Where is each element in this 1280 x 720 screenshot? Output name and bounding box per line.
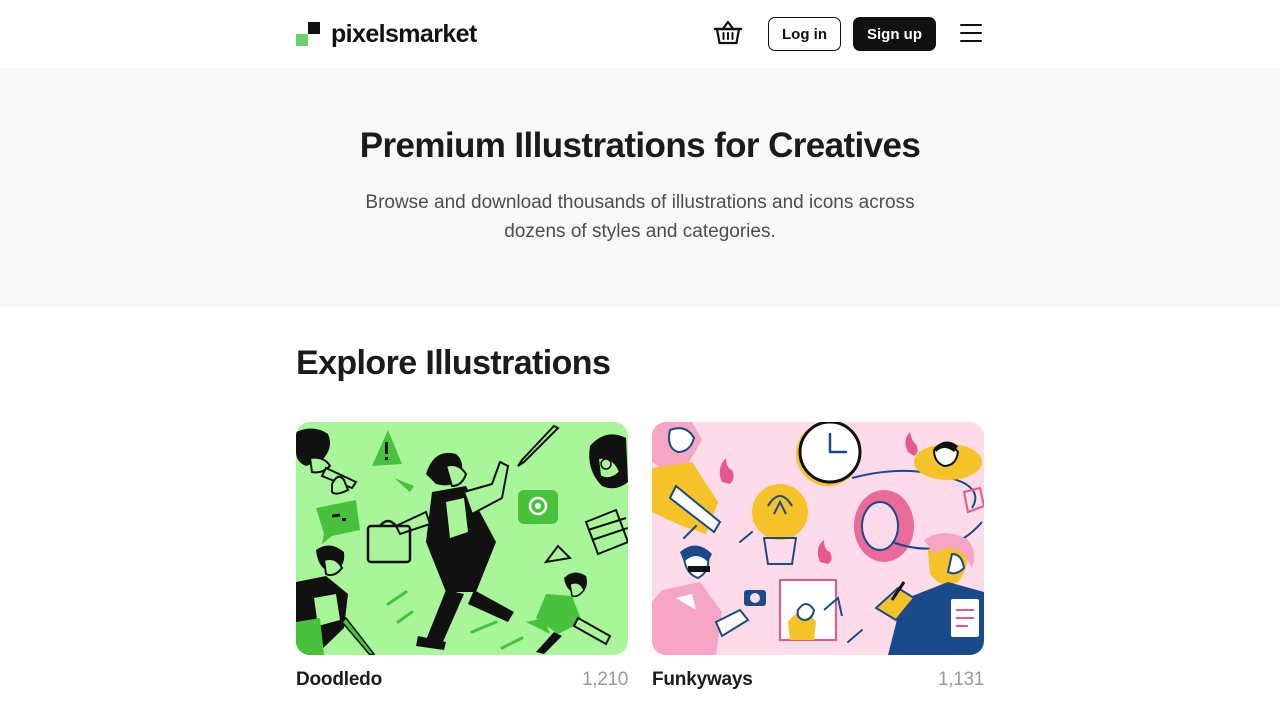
- card-name[interactable]: Doodledo: [296, 669, 382, 691]
- logo-mark-icon: [296, 22, 320, 46]
- funkyways-preview-image[interactable]: [652, 422, 984, 655]
- logo-text: pixelsmarket: [331, 20, 477, 48]
- signup-button[interactable]: Sign up: [853, 17, 936, 51]
- site-header: pixelsmarket Log in Sign up: [0, 0, 1280, 68]
- card-count: 1,210: [581, 669, 628, 690]
- basket-icon[interactable]: [712, 17, 744, 49]
- hero-title: Premium Illustrations for Creatives: [359, 126, 921, 165]
- hero-subtitle: Browse and download thousands of illustr…: [365, 192, 915, 242]
- login-button[interactable]: Log in: [768, 17, 841, 51]
- logo-link[interactable]: pixelsmarket: [296, 21, 477, 47]
- doodledo-preview-image[interactable]: [296, 422, 628, 655]
- illustration-card-funkyways[interactable]: Funkyways 1,131: [652, 422, 984, 697]
- hamburger-menu-icon[interactable]: [958, 21, 984, 45]
- hero-section: Premium Illustrations for Creatives Brow…: [0, 68, 1280, 307]
- illustration-card-doodledo[interactable]: Doodledo 1,210: [296, 422, 628, 697]
- card-name[interactable]: Funkyways: [652, 669, 753, 691]
- explore-title: Explore Illustrations: [296, 344, 611, 382]
- card-count: 1,131: [937, 669, 984, 690]
